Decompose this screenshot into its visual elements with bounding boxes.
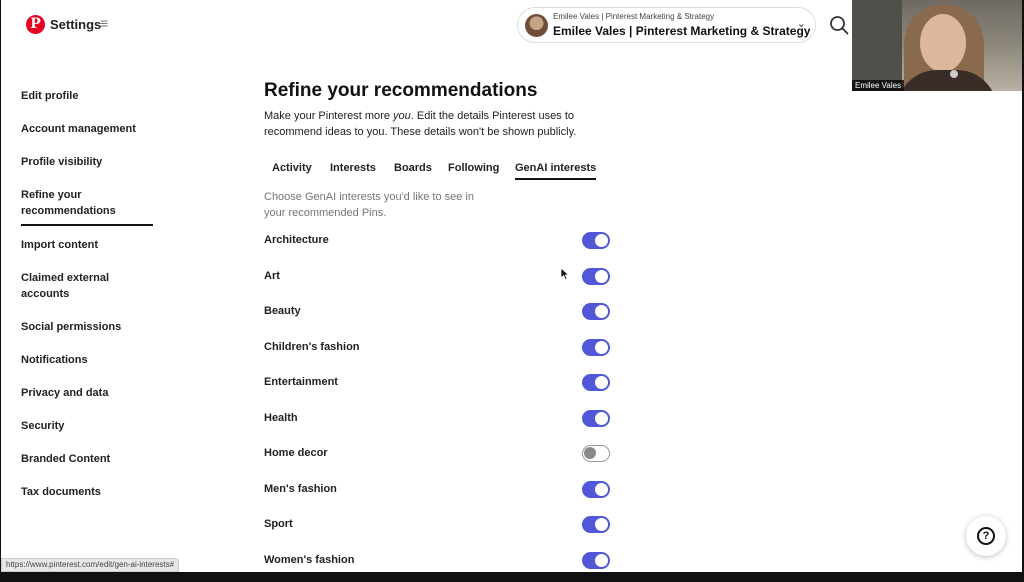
sidebar-item-profile-visibility[interactable]: Profile visibility bbox=[21, 154, 153, 170]
interest-label: Men's fashion bbox=[264, 482, 337, 495]
microphone-icon bbox=[950, 70, 958, 78]
list-item: Beauty bbox=[264, 300, 614, 336]
interest-label: Women's fashion bbox=[264, 553, 355, 566]
sidebar-item-edit-profile[interactable]: Edit profile bbox=[21, 88, 153, 104]
sidebar-item-import-content[interactable]: Import content bbox=[21, 237, 153, 253]
webcam-name-label: Emilee Vales bbox=[852, 80, 905, 91]
sidebar-item-refine-your-recommendations[interactable]: Refine your recommendations bbox=[21, 187, 153, 226]
list-item: Children's fashion bbox=[264, 336, 614, 372]
chevron-down-icon[interactable]: ⌄ bbox=[797, 17, 806, 30]
toggle-knob bbox=[595, 411, 608, 425]
toggle-knob bbox=[595, 340, 608, 354]
interest-label: Children's fashion bbox=[264, 340, 360, 353]
interest-toggle[interactable] bbox=[582, 374, 610, 391]
interest-toggle[interactable] bbox=[582, 232, 610, 249]
account-subtitle: Emilee Vales | Pinterest Marketing & Str… bbox=[553, 12, 715, 21]
section-title: Refine your recommendations bbox=[264, 80, 538, 101]
account-name: Emilee Vales | Pinterest Marketing & Str… bbox=[553, 24, 811, 38]
account-switcher[interactable]: Emilee Vales | Pinterest Marketing & Str… bbox=[517, 7, 816, 43]
tab-genai-interests[interactable]: GenAI interests bbox=[515, 162, 597, 180]
main-content: Refine your recommendations Make your Pi… bbox=[264, 80, 664, 140]
tab-interests[interactable]: Interests bbox=[330, 162, 376, 178]
page-title: Settings bbox=[50, 17, 102, 32]
interest-toggle[interactable] bbox=[582, 445, 610, 462]
interest-toggle[interactable] bbox=[582, 480, 610, 498]
list-item: Women's fashion bbox=[264, 549, 614, 573]
interest-toggle[interactable] bbox=[582, 409, 610, 427]
interest-toggle[interactable] bbox=[582, 551, 610, 569]
toggle-knob bbox=[595, 376, 608, 389]
toggle-knob bbox=[595, 305, 608, 318]
interest-label: Art bbox=[264, 269, 280, 282]
tab-following[interactable]: Following bbox=[448, 162, 499, 178]
list-item: Men's fashion bbox=[264, 478, 614, 514]
interest-label: Beauty bbox=[264, 305, 301, 317]
list-item: Architecture bbox=[264, 229, 614, 265]
settings-sidebar: Edit profile Account management Profile vi… bbox=[21, 88, 161, 517]
mouse-cursor-icon bbox=[560, 267, 570, 281]
tab-boards[interactable]: Boards bbox=[394, 162, 432, 178]
list-item: Home decor bbox=[264, 442, 614, 478]
avatar bbox=[525, 14, 548, 37]
interest-toggle[interactable] bbox=[582, 303, 610, 320]
interest-label: Entertainment bbox=[264, 376, 338, 388]
status-bar-url: https://www.pinterest.com/edit/gen-ai-in… bbox=[1, 558, 180, 572]
interest-label: Architecture bbox=[264, 234, 329, 246]
toggle-knob bbox=[595, 269, 608, 283]
list-item: Health bbox=[264, 407, 614, 443]
interest-label: Home decor bbox=[264, 447, 328, 459]
interest-toggle[interactable] bbox=[582, 516, 610, 533]
sidebar-item-tax-documents[interactable]: Tax documents bbox=[21, 484, 153, 500]
list-item: Sport bbox=[264, 513, 614, 549]
tab-activity[interactable]: Activity bbox=[272, 162, 312, 178]
help-icon: ? bbox=[977, 527, 995, 545]
toggle-knob bbox=[595, 518, 608, 531]
sidebar-item-security[interactable]: Security bbox=[21, 418, 153, 434]
webcam-overlay: Emilee Vales bbox=[852, 0, 1022, 91]
sidebar-item-claimed-external-accounts[interactable]: Claimed external accounts bbox=[21, 270, 153, 302]
interest-toggle[interactable] bbox=[582, 338, 610, 356]
toggle-knob bbox=[584, 447, 596, 459]
sidebar-item-account-management[interactable]: Account management bbox=[21, 121, 153, 137]
sidebar-item-notifications[interactable]: Notifications bbox=[21, 352, 153, 368]
settings-page: P Settings ≡ Emilee Vales | Pinterest Ma… bbox=[1, 0, 1022, 572]
interest-label: Health bbox=[264, 411, 298, 424]
toggle-knob bbox=[595, 553, 608, 567]
pinterest-logo-icon[interactable]: P bbox=[26, 15, 45, 34]
section-description: Make your Pinterest more you. Edit the d… bbox=[264, 110, 577, 138]
genai-hint: Choose GenAI interests you'd like to see… bbox=[264, 191, 474, 219]
interest-label: Sport bbox=[264, 518, 293, 530]
menu-icon[interactable]: ≡ bbox=[100, 15, 108, 31]
sidebar-item-privacy-and-data[interactable]: Privacy and data bbox=[21, 385, 153, 401]
interest-toggle[interactable] bbox=[582, 267, 610, 285]
list-item: Entertainment bbox=[264, 371, 614, 407]
sidebar-item-social-permissions[interactable]: Social permissions bbox=[21, 319, 153, 335]
toggle-knob bbox=[595, 234, 608, 247]
help-button[interactable]: ? bbox=[966, 516, 1006, 556]
toggle-knob bbox=[595, 482, 608, 496]
sidebar-item-branded-content[interactable]: Branded Content bbox=[21, 451, 153, 467]
search-icon[interactable] bbox=[829, 15, 849, 35]
